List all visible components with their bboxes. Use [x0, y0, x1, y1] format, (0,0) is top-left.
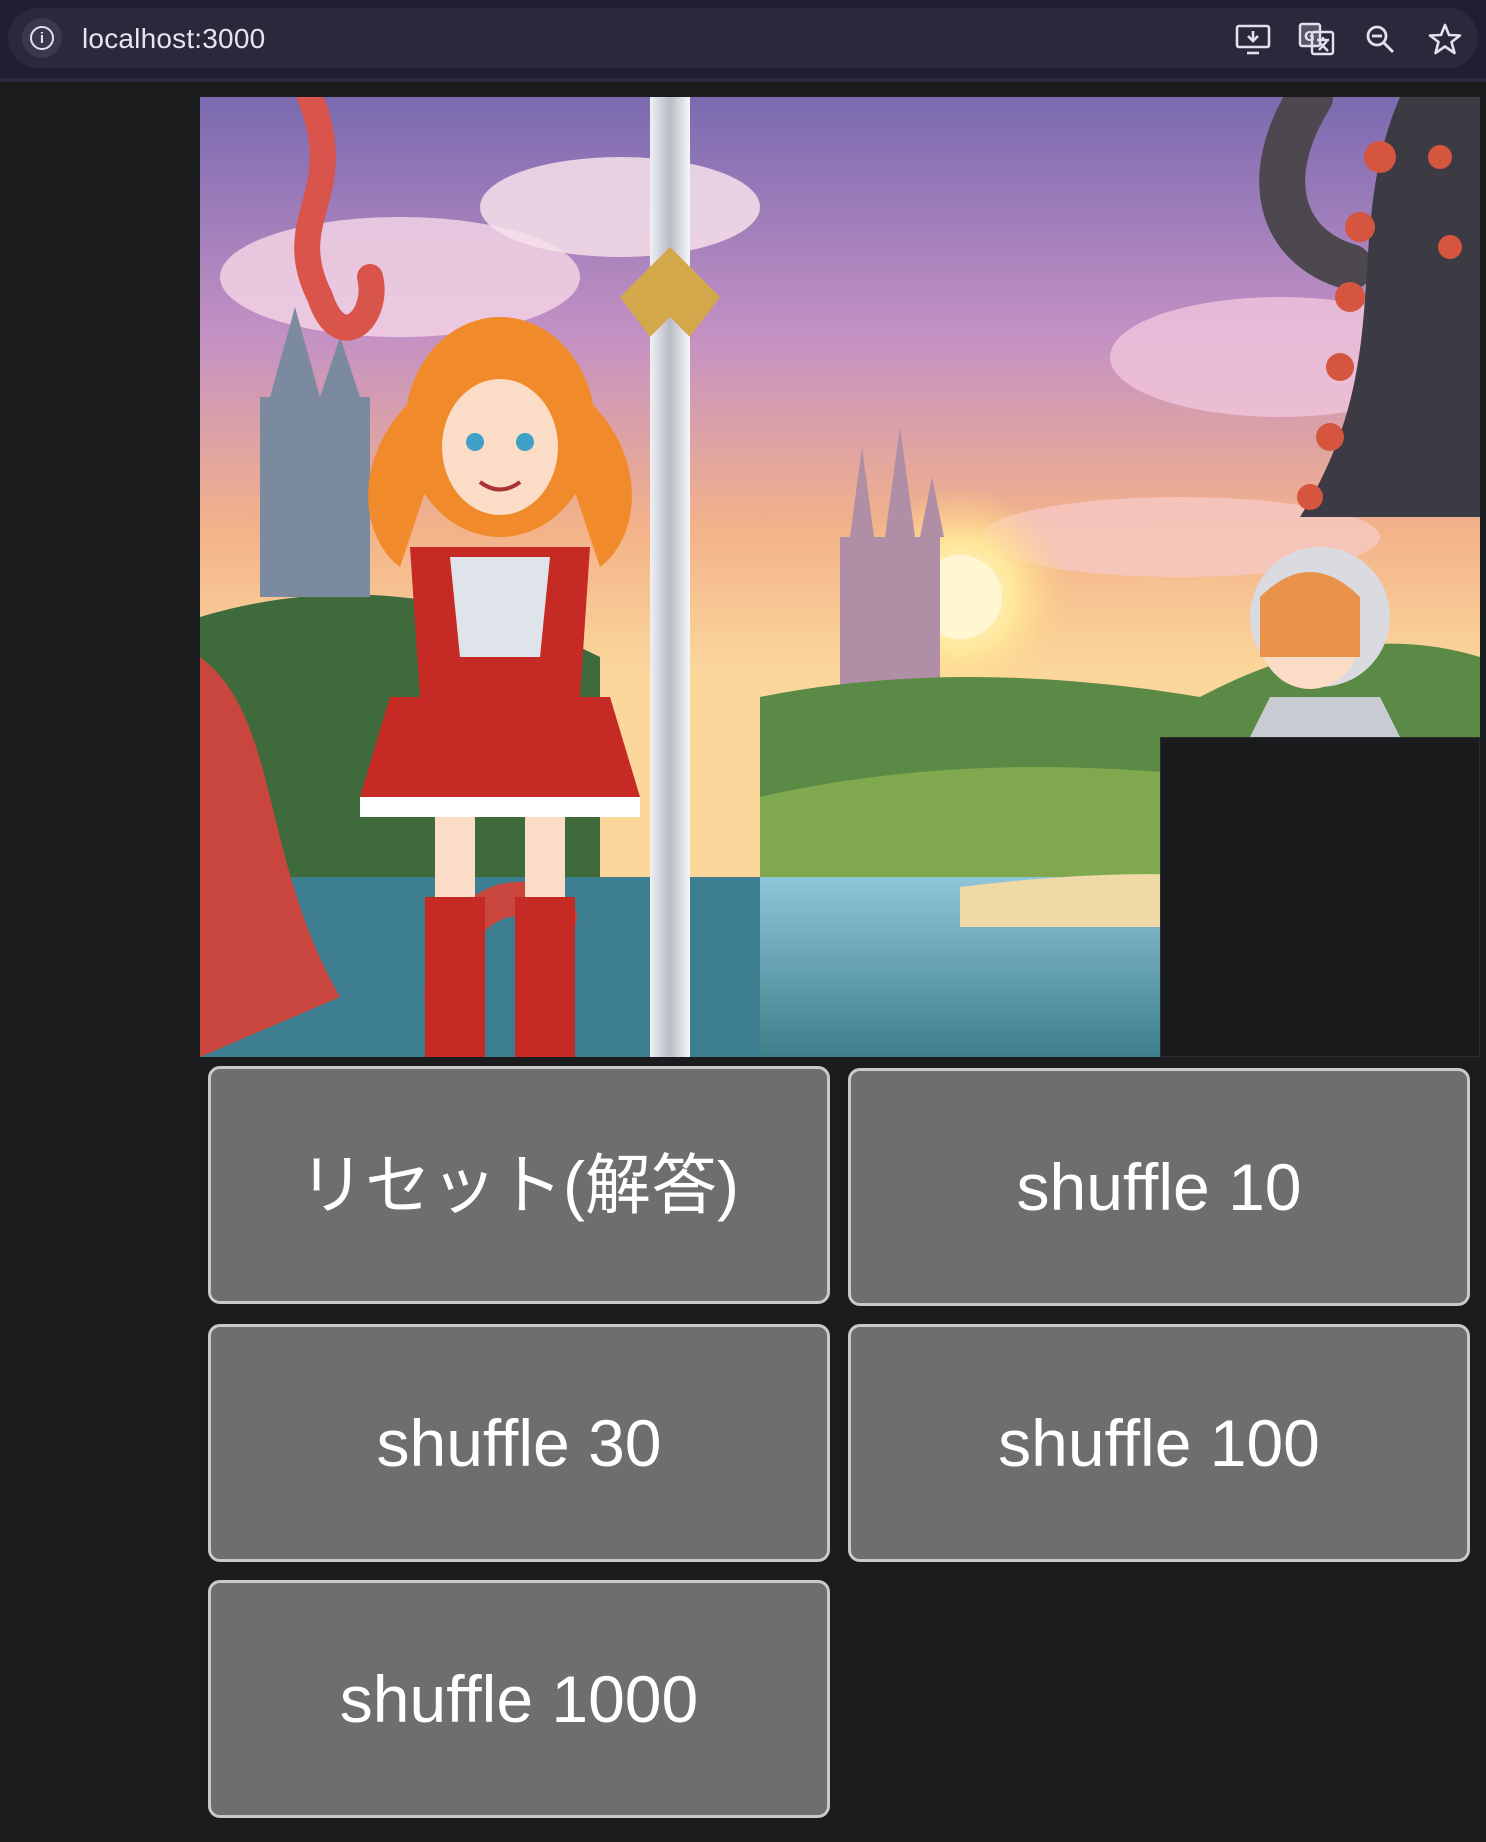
svg-text:G: G [1304, 30, 1315, 45]
install-app-icon[interactable] [1234, 22, 1272, 56]
translate-icon[interactable]: G [1298, 22, 1336, 56]
sliding-puzzle-board [200, 97, 1480, 1057]
site-info-icon[interactable]: i [22, 18, 62, 58]
zoom-icon[interactable] [1362, 22, 1400, 56]
puzzle-tile[interactable] [520, 417, 840, 737]
puzzle-tile[interactable] [1160, 97, 1480, 417]
puzzle-empty-slot [1160, 737, 1480, 1057]
shuffle-100-button[interactable]: shuffle 100 [848, 1324, 1470, 1562]
shuffle-10-button[interactable]: shuffle 10 [848, 1068, 1470, 1306]
puzzle-tile[interactable] [840, 737, 1160, 1057]
shuffle-1000-button[interactable]: shuffle 1000 [208, 1580, 830, 1818]
reset-answer-button[interactable]: リセット(解答) [208, 1066, 830, 1304]
puzzle-tile[interactable] [200, 417, 520, 737]
url-text[interactable]: localhost:3000 [82, 25, 265, 53]
bookmark-star-icon[interactable] [1426, 22, 1464, 56]
puzzle-tile[interactable] [1160, 417, 1480, 737]
shuffle-30-button[interactable]: shuffle 30 [208, 1324, 830, 1562]
puzzle-tile[interactable] [840, 417, 1160, 737]
puzzle-tile[interactable] [200, 97, 520, 417]
puzzle-tile[interactable] [520, 97, 840, 417]
puzzle-tile[interactable] [520, 737, 840, 1057]
browser-toolbar: i localhost:3000 G [0, 0, 1486, 82]
address-bar[interactable]: i localhost:3000 G [8, 8, 1478, 68]
puzzle-tile[interactable] [840, 97, 1160, 417]
puzzle-tile[interactable] [200, 737, 520, 1057]
